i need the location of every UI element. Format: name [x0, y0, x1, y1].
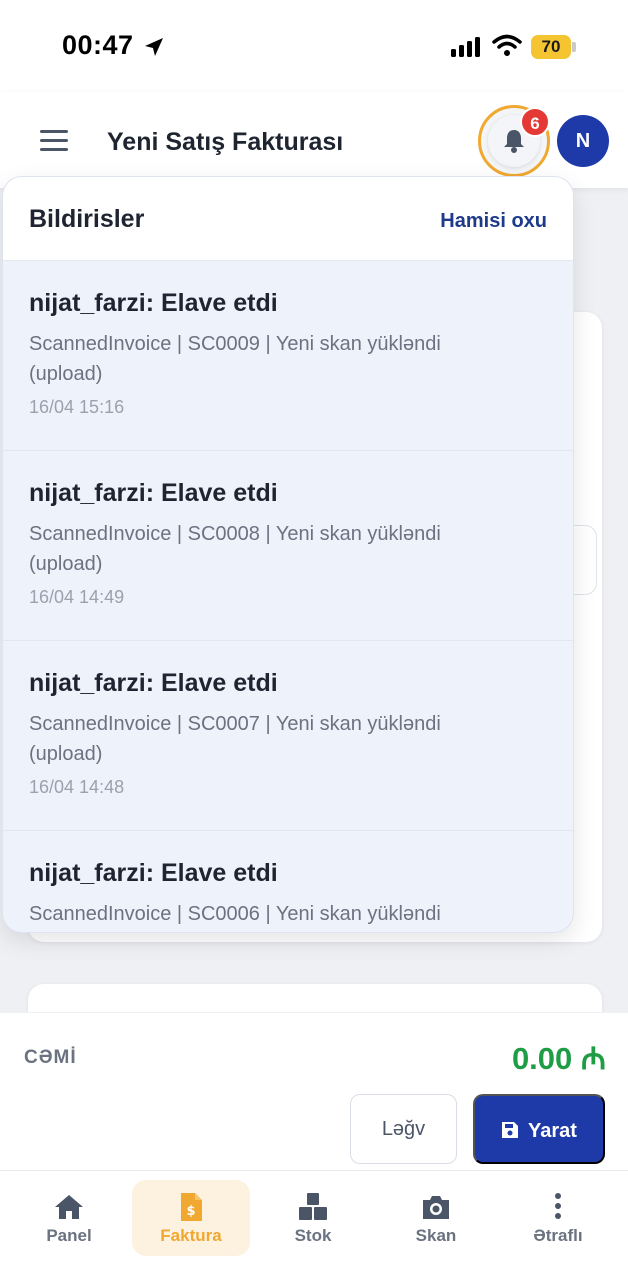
notification-item[interactable]: nijat_farzi: Elave etdi ScannedInvoice |…	[3, 831, 573, 932]
battery-nub	[572, 42, 576, 52]
boxes-icon	[299, 1193, 327, 1220]
notification-time: 16/04 15:16	[29, 397, 125, 417]
tab-panel[interactable]: Panel	[10, 1180, 128, 1256]
notification-body: ScannedInvoice | SC0008 | Yeni skan yükl…	[29, 523, 441, 575]
page-title: Yeni Satış Fakturası	[107, 128, 344, 156]
scan-icon	[423, 1196, 449, 1219]
tab-etrafli[interactable]: Ətraflı	[499, 1180, 617, 1256]
hamburger-menu-icon[interactable]	[40, 130, 68, 152]
tab-label: Stok	[294, 1226, 332, 1245]
notification-count-badge: 6	[520, 107, 550, 137]
location-arrow-icon	[145, 38, 163, 56]
more-icon	[555, 1193, 561, 1219]
notification-title: nijat_farzi: Elave etdi	[29, 289, 278, 317]
bell-icon	[504, 130, 524, 153]
cancel-button[interactable]: Ləğv	[350, 1094, 457, 1164]
tab-label: Skan	[415, 1226, 457, 1245]
notification-time: 16/04 14:49	[29, 587, 125, 607]
total-value: 0.00 ₼	[511, 1041, 606, 1076]
read-all-button[interactable]: Hamisi oxu	[440, 210, 547, 233]
notification-body: ScannedInvoice | SC0009 | Yeni skan yükl…	[29, 333, 441, 385]
tab-stok[interactable]: Stok	[254, 1180, 372, 1256]
tab-label: Panel	[46, 1226, 92, 1245]
status-time: 00:47	[62, 30, 134, 60]
notifications-title: Bildirisler	[29, 205, 145, 233]
notification-title: nijat_farzi: Elave etdi	[29, 669, 278, 697]
notification-body: ScannedInvoice | SC0007 | Yeni skan yükl…	[29, 713, 441, 765]
notification-title: nijat_farzi: Elave etdi	[29, 479, 278, 507]
user-avatar[interactable]: N	[557, 115, 609, 167]
notification-item[interactable]: nijat_farzi: Elave etdi ScannedInvoice |…	[3, 451, 573, 641]
total-label: CƏMİ	[24, 1047, 77, 1068]
tab-label: Faktura	[160, 1226, 222, 1245]
invoice-summary: CƏMİ 0.00 ₼ Ləğv Yarat	[0, 1012, 628, 1170]
tab-skan[interactable]: Skan	[377, 1180, 495, 1256]
svg-text:$: $	[186, 1204, 195, 1219]
save-icon	[502, 1122, 519, 1138]
tab-faktura[interactable]: $ Faktura	[132, 1180, 250, 1256]
create-button[interactable]: Yarat	[473, 1094, 605, 1164]
home-icon	[55, 1195, 83, 1219]
wifi-icon	[492, 34, 522, 56]
create-button-label: Yarat	[528, 1120, 577, 1142]
notification-time: 16/04 14:48	[29, 777, 125, 797]
cellular-signal-icon	[451, 37, 480, 57]
notification-item[interactable]: nijat_farzi: Elave etdi ScannedInvoice |…	[3, 641, 573, 831]
notifications-dropdown: Bildirisler Hamisi oxu nijat_farzi: Elav…	[2, 176, 574, 933]
notification-item[interactable]: nijat_farzi: Elave etdi ScannedInvoice |…	[3, 261, 573, 451]
notification-title: nijat_farzi: Elave etdi	[29, 859, 278, 887]
notifications-header: Bildirisler Hamisi oxu	[3, 177, 573, 261]
invoice-icon: $	[181, 1193, 202, 1221]
bottom-tab-bar: Panel $ Faktura Stok Skan Ətraflı	[0, 1170, 628, 1280]
status-bar: 00:47 70	[0, 0, 628, 92]
battery-indicator: 70	[531, 35, 571, 59]
notification-body: ScannedInvoice | SC0006 | Yeni skan yükl…	[29, 903, 441, 925]
tab-label: Ətraflı	[533, 1226, 583, 1245]
